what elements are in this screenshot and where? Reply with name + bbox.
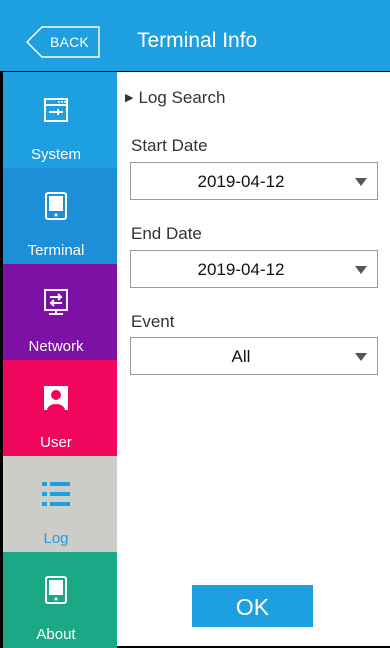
about-icon xyxy=(45,576,67,604)
app-window: BACK Terminal Info System Terminal Netwo… xyxy=(0,0,390,648)
sidebar-item-network[interactable]: Network xyxy=(3,264,117,360)
system-icon xyxy=(44,98,68,122)
sidebar-item-system[interactable]: System xyxy=(3,72,117,168)
chevron-down-icon xyxy=(355,266,367,274)
sidebar-item-label: About xyxy=(36,626,76,643)
start-date-label: Start Date xyxy=(131,136,208,155)
page-title: Terminal Info xyxy=(137,29,258,52)
log-icon xyxy=(42,482,70,506)
start-date-select[interactable]: 2019-04-12 xyxy=(130,162,378,200)
chevron-down-icon xyxy=(355,353,367,361)
terminal-icon xyxy=(45,192,67,220)
end-date-select[interactable]: 2019-04-12 xyxy=(130,250,378,288)
header-bar: BACK Terminal Info xyxy=(0,0,390,71)
sidebar-item-terminal[interactable]: Terminal xyxy=(3,168,117,264)
event-select[interactable]: All xyxy=(130,337,378,375)
sidebar: System Terminal Network User Log About xyxy=(3,72,117,648)
ok-button[interactable]: OK xyxy=(192,585,313,627)
sidebar-item-label: Network xyxy=(28,338,84,355)
event-value: All xyxy=(231,347,251,366)
end-date-value: 2019-04-12 xyxy=(197,260,285,279)
section-title: ▶ Log Search xyxy=(125,88,225,108)
chevron-down-icon xyxy=(355,178,367,186)
user-icon xyxy=(44,386,68,410)
sidebar-item-label: Log xyxy=(43,530,69,547)
network-icon xyxy=(44,289,68,315)
sidebar-item-about[interactable]: About xyxy=(3,552,117,648)
event-label: Event xyxy=(131,312,175,331)
triangle-right-icon: ▶ xyxy=(125,92,134,104)
end-date-label: End Date xyxy=(131,224,202,243)
sidebar-item-label: Terminal xyxy=(27,242,85,259)
back-button[interactable]: BACK xyxy=(26,26,100,58)
start-date-value: 2019-04-12 xyxy=(197,172,285,191)
sidebar-item-label: User xyxy=(40,434,72,451)
back-button-label: BACK xyxy=(50,34,89,50)
section-title-text: Log Search xyxy=(138,88,226,107)
ok-button-label: OK xyxy=(235,594,270,620)
log-search-panel: ▶ Log Search Start Date 2019-04-12 End Da… xyxy=(117,72,390,646)
sidebar-item-log[interactable]: Log xyxy=(3,456,117,552)
sidebar-item-label: System xyxy=(30,146,81,163)
sidebar-item-user[interactable]: User xyxy=(3,360,117,456)
